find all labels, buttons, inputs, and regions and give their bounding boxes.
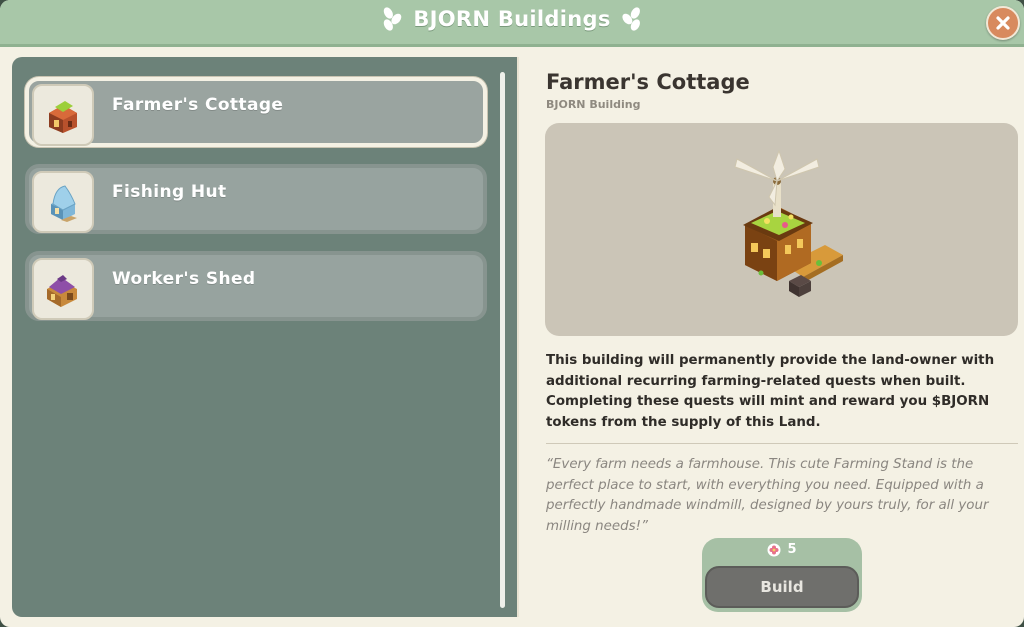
workers-shed-icon xyxy=(47,275,77,307)
fishing-hut-icon xyxy=(51,185,77,222)
quote-line: perfectly handmade windmill, designed by… xyxy=(546,498,989,514)
building-item-workers-shed[interactable]: Worker's Shed xyxy=(25,251,487,321)
build-cost-value: 5 xyxy=(787,542,797,557)
building-item-fishing-hut[interactable]: Fishing Hut xyxy=(25,164,487,234)
detail-subtitle: BJORN Building xyxy=(546,98,641,111)
building-item-farmers-cottage[interactable]: Farmer's Cottage xyxy=(25,77,487,147)
building-item-label: Fishing Hut xyxy=(112,182,227,202)
description-line: Completing these quests will mint and re… xyxy=(546,394,990,410)
build-button[interactable]: Build xyxy=(705,566,859,608)
quote-line: “Every farm needs a farmhouse. This cute… xyxy=(546,457,974,472)
build-panel: 5 Build xyxy=(702,538,862,612)
panel-divider xyxy=(517,57,519,617)
section-divider xyxy=(546,443,1018,444)
building-thumbnail xyxy=(32,171,94,233)
description-line: additional recurring farming-related que… xyxy=(546,373,966,389)
windmill-cottage-image xyxy=(734,149,843,297)
title-wrap: BJORN Buildings xyxy=(381,6,642,32)
list-scrollbar[interactable] xyxy=(500,72,505,608)
build-cost: 5 xyxy=(702,542,862,557)
title-bar: BJORN Buildings xyxy=(0,0,1024,47)
detail-title: Farmer's Cottage xyxy=(546,70,750,94)
quote-line: perfect place to start, with everything … xyxy=(546,477,984,493)
description-line: This building will permanently provide t… xyxy=(546,353,995,368)
quote-line: milling needs!” xyxy=(546,518,648,534)
flower-token-icon xyxy=(767,543,781,556)
building-preview xyxy=(545,123,1018,336)
building-item-label: Worker's Shed xyxy=(112,269,256,289)
close-button[interactable] xyxy=(986,6,1020,40)
farmers-cottage-icon xyxy=(49,101,77,133)
leaf-right-icon xyxy=(622,7,641,31)
building-description: This building will permanently provide t… xyxy=(546,351,1006,433)
buildings-window: BJORN Buildings Farmer's Cottage Fishing… xyxy=(0,0,1024,627)
leaf-left-icon xyxy=(383,7,402,31)
building-thumbnail xyxy=(32,258,94,320)
building-item-label: Farmer's Cottage xyxy=(112,95,284,115)
close-icon xyxy=(996,16,1010,30)
description-line: tokens from the supply of this Land. xyxy=(546,414,821,430)
building-thumbnail xyxy=(32,84,94,146)
window-title: BJORN Buildings xyxy=(413,7,611,31)
flavor-quote: “Every farm needs a farmhouse. This cute… xyxy=(546,455,1014,537)
